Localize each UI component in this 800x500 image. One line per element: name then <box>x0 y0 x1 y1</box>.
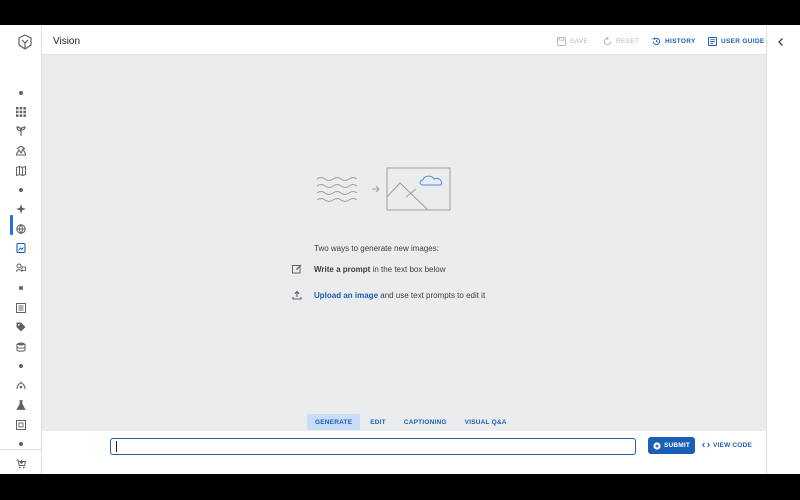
reset-button[interactable]: RESET <box>603 37 639 46</box>
left-nav-rail <box>0 25 42 474</box>
history-icon <box>652 37 661 46</box>
write-prompt-hint: Write a prompt in the text box below <box>292 264 445 274</box>
reset-label: RESET <box>616 38 640 45</box>
image-doc-icon[interactable] <box>12 241 30 255</box>
text-cursor <box>116 441 117 452</box>
cart-icon[interactable] <box>12 457 30 471</box>
tab-visual-qa[interactable]: VISUAL Q&A <box>457 414 515 430</box>
globe-icon[interactable] <box>12 222 30 236</box>
submit-label: SUBMIT <box>663 442 691 449</box>
user-guide-button[interactable]: USER GUIDE <box>708 37 764 46</box>
database-icon[interactable] <box>12 340 30 354</box>
tag-icon[interactable] <box>12 320 30 334</box>
tab-captioning[interactable]: CAPTIONING <box>396 414 455 430</box>
view-code-button[interactable]: VIEW CODE <box>702 441 752 449</box>
history-label: HISTORY <box>665 38 696 45</box>
app-window: Vision SAVE RESET HISTORY USER GUIDE Two… <box>0 25 800 474</box>
save-button[interactable]: SAVE <box>557 37 588 46</box>
view-code-label: VIEW CODE <box>713 441 752 449</box>
sparkle-icon[interactable] <box>12 202 30 216</box>
prompt-input[interactable] <box>110 438 636 455</box>
upload-image-link[interactable]: Upload an image <box>314 291 378 300</box>
nav-separator-dot <box>12 86 30 100</box>
map-icon[interactable] <box>12 164 30 178</box>
history-button[interactable]: HISTORY <box>652 37 696 46</box>
nav-separator-dot <box>12 183 30 197</box>
list-box-icon[interactable] <box>12 301 30 315</box>
page-header: Vision SAVE RESET HISTORY USER GUIDE <box>42 25 766 55</box>
landscape-icon[interactable] <box>12 144 30 158</box>
code-icon <box>702 442 710 448</box>
save-label: SAVE <box>570 38 589 45</box>
chevron-left-icon[interactable] <box>776 37 786 47</box>
user-guide-icon <box>708 37 717 46</box>
nav-separator-dot <box>12 359 30 373</box>
tab-edit[interactable]: EDIT <box>362 414 394 430</box>
upload-image-hint: Upload an image and use text prompts to … <box>292 290 485 300</box>
user-guide-label: USER GUIDE <box>721 38 765 45</box>
grid-icon[interactable] <box>12 105 30 119</box>
sprout-icon[interactable] <box>12 124 30 138</box>
app-logo-icon[interactable] <box>17 34 33 50</box>
text-to-image-illustration <box>316 167 451 211</box>
people-image-icon[interactable] <box>12 261 30 275</box>
empty-state-heading: Two ways to generate new images: <box>314 244 439 253</box>
nav-separator-dot <box>12 281 30 295</box>
sparkle-circle-icon <box>653 441 661 450</box>
submit-button[interactable]: SUBMIT <box>648 437 695 454</box>
upload-icon <box>292 290 302 300</box>
rail-divider <box>0 449 42 450</box>
right-side-panel <box>766 25 800 474</box>
reset-icon <box>603 37 612 46</box>
flask-icon[interactable] <box>12 398 30 412</box>
page-title: Vision <box>53 36 81 47</box>
tab-generate[interactable]: GENERATE <box>307 414 361 430</box>
write-prompt-bold: Write a prompt <box>314 264 371 274</box>
upload-image-rest: and use text prompts to edit it <box>378 290 486 300</box>
save-icon <box>557 37 566 46</box>
image-canvas: Two ways to generate new images: Write a… <box>42 55 766 431</box>
edit-icon <box>292 264 302 274</box>
mode-tabs: GENERATE EDIT CAPTIONING VISUAL Q&A <box>307 414 515 430</box>
stream-icon[interactable] <box>12 379 30 393</box>
write-prompt-rest: in the text box below <box>370 264 446 274</box>
frame-icon[interactable] <box>12 418 30 432</box>
